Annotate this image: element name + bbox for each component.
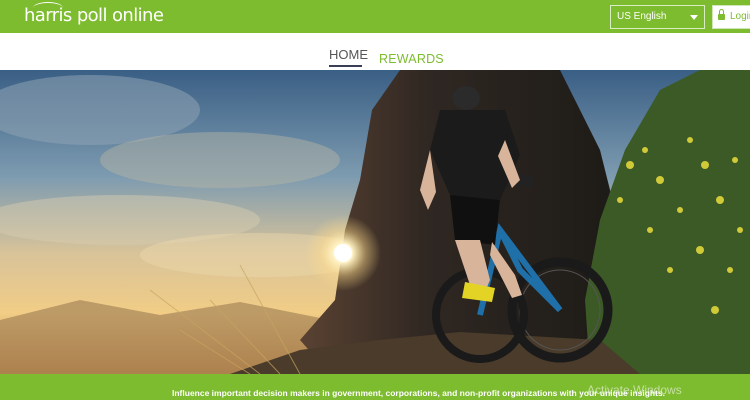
top-header: harris poll online US English Login [0, 0, 750, 33]
login-label: Login [730, 11, 750, 22]
language-select[interactable]: US English [610, 5, 705, 29]
lock-icon [718, 9, 725, 20]
tab-home-active-indicator [329, 65, 362, 67]
main-nav: HOME REWARDS [0, 33, 750, 70]
activate-windows-watermark: Activate Windows [587, 383, 682, 397]
tab-home[interactable]: HOME [329, 47, 368, 63]
hero-image-mountain-biker-sunset [0, 70, 750, 374]
harris-poll-online-logo[interactable]: harris poll online [24, 2, 164, 28]
chevron-down-icon [690, 15, 698, 20]
tab-rewards[interactable]: REWARDS [379, 51, 444, 67]
login-button[interactable]: Login [712, 5, 750, 29]
logo-arc [33, 2, 63, 14]
hero-illustration [0, 70, 750, 374]
footer-banner: Influence important decision makers in g… [0, 374, 750, 400]
language-select-value: US English [617, 11, 667, 22]
